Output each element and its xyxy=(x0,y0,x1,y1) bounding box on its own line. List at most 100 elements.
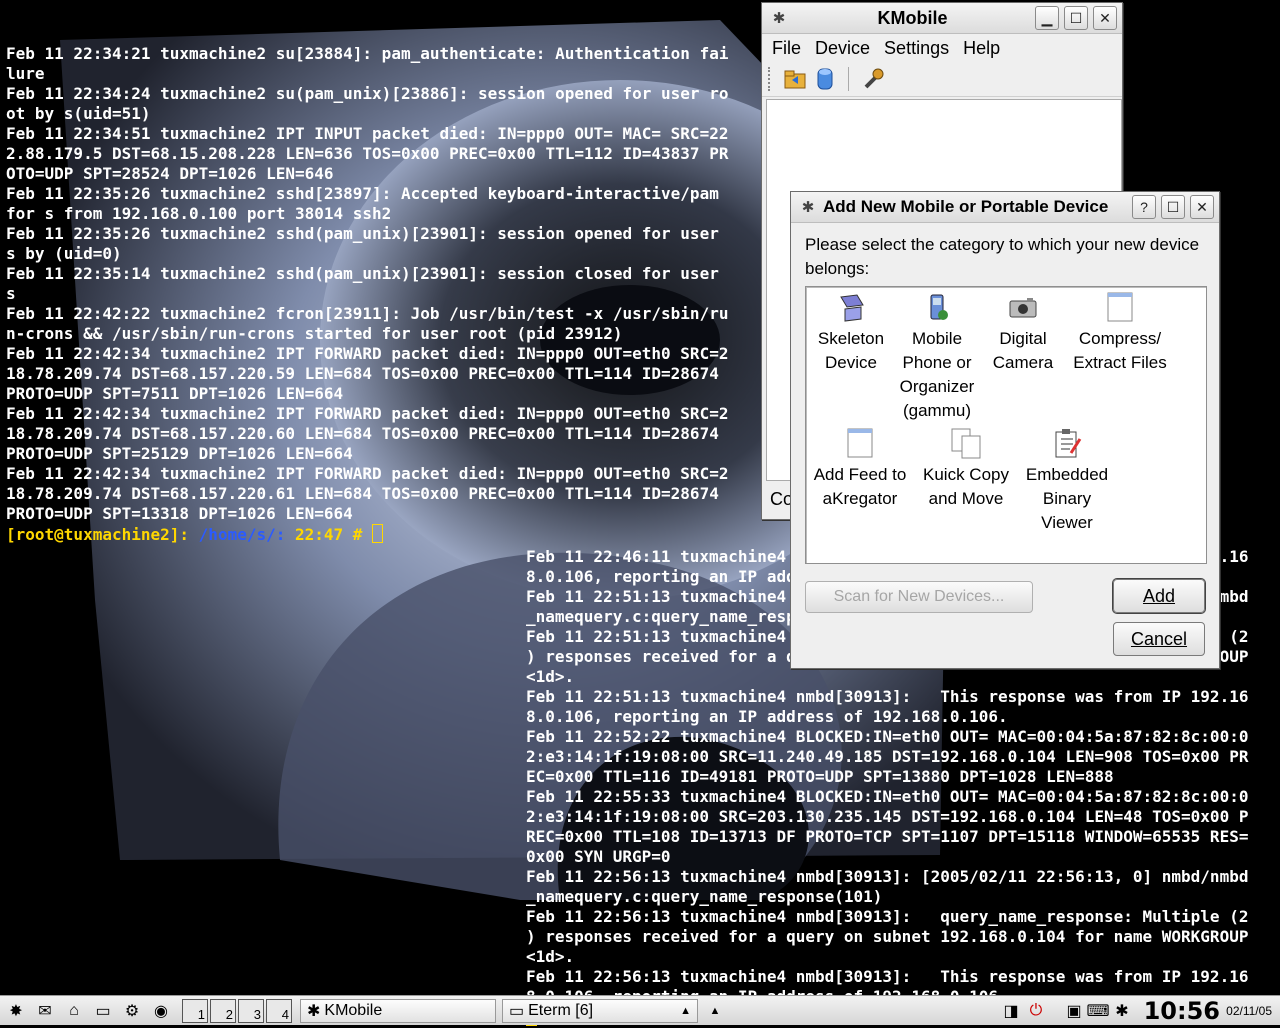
cancel-button[interactable]: Cancel xyxy=(1113,622,1205,656)
add-button[interactable]: Add xyxy=(1113,579,1205,613)
category-kuick-copy-move[interactable]: Kuick Copy and Move xyxy=(914,427,1018,511)
document-icon xyxy=(1104,291,1136,323)
close-button[interactable]: ✕ xyxy=(1093,6,1117,30)
camera-icon xyxy=(1007,291,1039,323)
terminal-line: Feb 11 22:42:34 tuxmachine2 IPT FORWARD … xyxy=(6,464,729,483)
document-icon xyxy=(844,427,876,459)
menu-help[interactable]: Help xyxy=(963,38,1000,59)
terminal-line: Feb 11 22:34:51 tuxmachine2 IPT INPUT pa… xyxy=(6,124,729,143)
desktop-pager: 1 2 3 4 xyxy=(182,998,294,1023)
maximize-button[interactable]: ☐ xyxy=(1064,6,1088,30)
configure-wrench-icon[interactable] xyxy=(861,66,887,92)
category-add-feed-akregator[interactable]: Add Feed to aKregator xyxy=(808,427,912,511)
dialog-titlebar[interactable]: ✱ Add New Mobile or Portable Device ? ☐ … xyxy=(791,192,1219,223)
category-compress-extract[interactable]: Compress/ Extract Files xyxy=(1064,291,1176,375)
terminal-line: Feb 11 22:42:34 tuxmachine2 IPT FORWARD … xyxy=(6,344,729,363)
dialog-app-icon[interactable]: ✱ xyxy=(797,198,819,216)
klipper-tray-icon[interactable]: ▣ xyxy=(1061,999,1087,1023)
terminal-line: OTO=UDP SPT=28524 DPT=1026 LEN=646 xyxy=(6,164,334,183)
pager-desktop-1[interactable]: 1 xyxy=(182,998,208,1023)
terminal-line: for s from 192.168.0.100 port 38014 ssh2 xyxy=(6,204,392,223)
menu-device[interactable]: Device xyxy=(815,38,870,59)
terminal-line: Feb 11 22:51:13 tuxmachine4 nmbd[30913]:… xyxy=(526,687,1249,706)
task-kmobile[interactable]: ✱ KMobile xyxy=(300,998,496,1023)
terminal-line: Feb 11 22:52:22 tuxmachine4 BLOCKED:IN=e… xyxy=(526,727,1249,746)
terminal-line: PROTO=UDP SPT=7511 DPT=1026 LEN=664 xyxy=(6,384,344,403)
terminal-line: EC=0x00 TTL=116 ID=49181 PROTO=UDP SPT=1… xyxy=(526,767,1114,786)
terminal-line: ) responses received for a query on subn… xyxy=(526,927,1249,946)
terminal-line: s by (uid=0) xyxy=(6,244,122,263)
pager-desktop-3[interactable]: 3 xyxy=(238,998,264,1023)
kmobile-tray-icon[interactable]: ◨ xyxy=(998,999,1024,1023)
minimize-button[interactable]: ▁ xyxy=(1035,6,1059,30)
prompt-path: /home/s/: xyxy=(198,525,286,544)
terminal-line: 18.78.209.74 DST=68.157.220.60 LEN=684 T… xyxy=(6,424,719,443)
taskbar: ✸ ✉ ⌂ ▭ ⚙ ◉ 1 2 3 4 ✱ KMobile ▭ Eterm [6… xyxy=(0,995,1280,1025)
category-embedded-binary-viewer[interactable]: Embedded Binary Viewer xyxy=(1020,427,1114,535)
mobile-phone-icon xyxy=(921,291,953,323)
terminal-line: Feb 11 22:55:33 tuxmachine4 BLOCKED:IN=e… xyxy=(526,787,1249,806)
terminal-line: 8.0.106, reporting an IP address of 192.… xyxy=(526,707,1008,726)
toolbar-separator xyxy=(848,67,853,91)
terminal-line: PROTO=UDP SPT=25129 DPT=1026 LEN=664 xyxy=(6,444,353,463)
terminal-output-top: Feb 11 22:34:21 tuxmachine2 su[23884]: p… xyxy=(6,4,758,545)
kmobile-app-icon[interactable]: ✱ xyxy=(768,9,790,27)
category-label: Kuick Copy and Move xyxy=(923,465,1009,508)
menu-file[interactable]: File xyxy=(772,38,801,59)
help-button[interactable]: ? xyxy=(1132,195,1156,219)
prompt-user: [root@tuxmachine2]: xyxy=(6,525,190,544)
task-label: Eterm [6] xyxy=(528,1001,594,1019)
task-eterm[interactable]: ▭ Eterm [6] ▲ xyxy=(502,998,698,1023)
terminal-line: Feb 11 22:35:26 tuxmachine2 sshd[23897]:… xyxy=(6,184,719,203)
menu-settings[interactable]: Settings xyxy=(884,38,949,59)
clock-time[interactable]: 10:56 xyxy=(1144,996,1220,1025)
terminal-line: <1d>. xyxy=(526,947,575,966)
category-label: Embedded Binary Viewer xyxy=(1025,465,1109,532)
category-mobile-phone[interactable]: Mobile Phone or Organizer (gammu) xyxy=(894,291,980,423)
terminal-line: 18.78.209.74 DST=68.157.220.61 LEN=684 T… xyxy=(6,484,719,503)
open-folder-icon[interactable] xyxy=(782,66,808,92)
toolbar-handle[interactable] xyxy=(768,67,774,91)
mail-icon[interactable]: ✉ xyxy=(32,999,58,1023)
maximize-button[interactable]: ☐ xyxy=(1161,195,1185,219)
keyboard-tray-icon[interactable]: ⌨ xyxy=(1085,999,1111,1023)
power-tray-icon[interactable]: ⏻ xyxy=(1023,999,1049,1023)
home-icon[interactable]: ⌂ xyxy=(61,999,87,1023)
terminal-line: Feb 11 22:34:24 tuxmachine2 su(pam_unix)… xyxy=(6,84,729,103)
terminal-line: 0x00 SYN URGP=0 xyxy=(526,847,671,866)
terminal-line: <1d>. xyxy=(526,667,575,686)
mobile-tray-icon[interactable]: ✱ xyxy=(1109,999,1135,1023)
task-menu-arrow-icon[interactable]: ▲ xyxy=(680,1005,691,1017)
task-list-arrow-icon[interactable]: ▲ xyxy=(702,999,728,1023)
dialog-title: Add New Mobile or Portable Device xyxy=(823,197,1109,216)
terminal-line: Feb 11 22:35:26 tuxmachine2 sshd(pam_uni… xyxy=(6,224,719,243)
kmobile-menubar: File Device Settings Help xyxy=(762,34,1122,62)
category-digital-camera[interactable]: Digital Camera xyxy=(980,291,1066,375)
terminal-line: s xyxy=(6,284,16,303)
terminal-line: Feb 11 22:34:21 tuxmachine2 su[23884]: p… xyxy=(6,44,729,63)
clock-date[interactable]: 02/11/05 xyxy=(1226,996,1272,1025)
storage-device-icon[interactable] xyxy=(812,66,838,92)
scan-devices-button[interactable]: Scan for New Devices... xyxy=(805,581,1033,613)
device-category-list: Skeleton Device Mobile Phone or Organize… xyxy=(805,286,1207,564)
terminal-line: 2:e3:14:1f:19:08:00 SRC=203.130.235.145 … xyxy=(526,807,1249,826)
terminal-icon[interactable]: ▭ xyxy=(90,999,116,1023)
close-button[interactable]: ✕ xyxy=(1190,195,1214,219)
kmobile-title: KMobile xyxy=(877,7,948,28)
terminal-line: ot by s(uid=51) xyxy=(6,104,151,123)
pager-desktop-4[interactable]: 4 xyxy=(266,998,292,1023)
terminal-line: Feb 11 22:56:13 tuxmachine4 nmbd[30913]:… xyxy=(526,867,1249,886)
browser-icon[interactable]: ◉ xyxy=(148,999,174,1023)
k-menu-icon[interactable]: ✸ xyxy=(3,999,29,1023)
clipboard-edit-icon xyxy=(1051,427,1083,459)
eterm-task-icon: ▭ xyxy=(509,1002,525,1020)
pager-desktop-2[interactable]: 2 xyxy=(210,998,236,1023)
network-icon[interactable]: ⚙ xyxy=(119,999,145,1023)
terminal-line: Feb 11 22:42:22 tuxmachine2 fcron[23911]… xyxy=(6,304,729,323)
terminal-cursor[interactable] xyxy=(372,524,384,543)
terminal-line: lure xyxy=(6,64,45,83)
kmobile-titlebar[interactable]: ✱ KMobile ▁ ☐ ✕ xyxy=(762,3,1122,34)
skeleton-device-icon xyxy=(835,291,867,323)
category-skeleton-device[interactable]: Skeleton Device xyxy=(808,291,894,375)
terminal-line: 2:e3:14:1f:19:08:00 SRC=11.240.49.185 DS… xyxy=(526,747,1249,766)
